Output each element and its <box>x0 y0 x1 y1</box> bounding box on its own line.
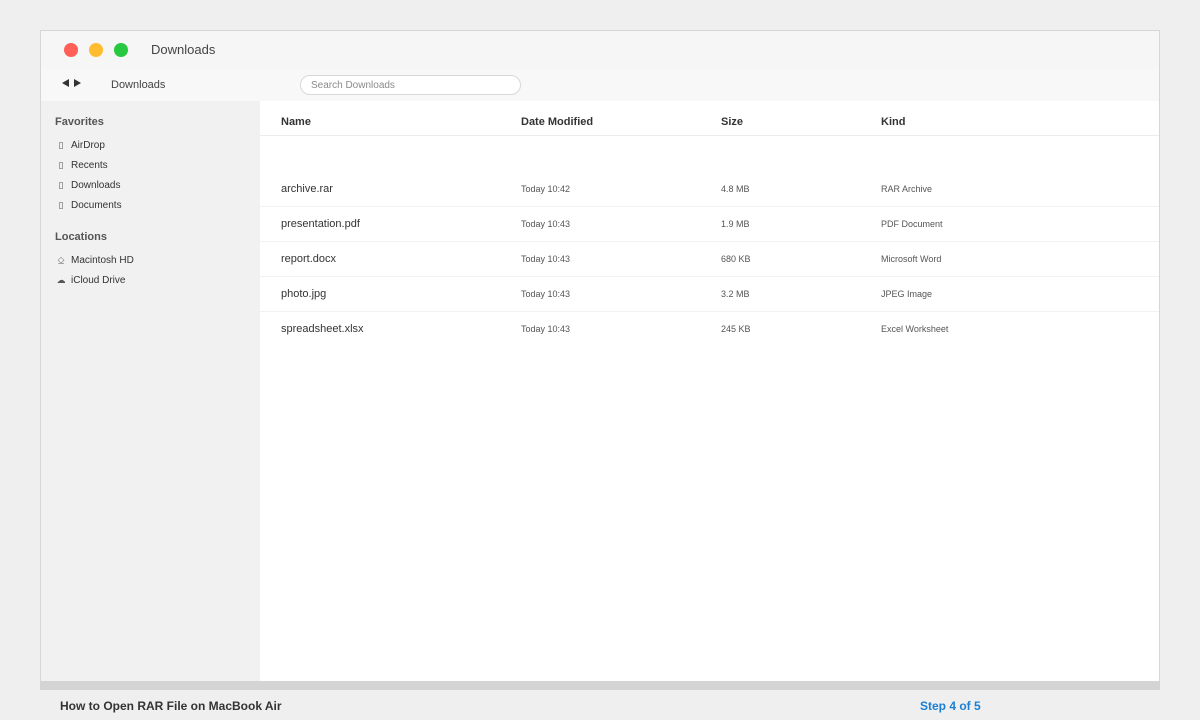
table-row[interactable]: archive.rar Today 10:42 4.8 MB RAR Archi… <box>260 172 1159 207</box>
file-date-modified: Today 10:42 <box>521 184 571 194</box>
file-name: presentation.pdf <box>281 218 360 230</box>
file-kind: PDF Document <box>881 219 943 229</box>
column-header-kind[interactable]: Kind <box>881 116 905 128</box>
forward-arrow-icon[interactable] <box>74 79 81 87</box>
sidebar-item-label: Documents <box>71 199 122 211</box>
sidebar-item-label: Downloads <box>71 179 121 191</box>
title-bar: Downloads <box>41 31 1159 69</box>
file-size: 1.9 MB <box>721 219 750 229</box>
folder-icon: ▯ <box>58 139 64 150</box>
file-date-modified: Today 10:43 <box>521 219 571 229</box>
sidebar-item-label: iCloud Drive <box>71 274 126 286</box>
toolbar-path-label: Downloads <box>111 79 166 91</box>
file-name: report.docx <box>281 253 337 265</box>
folder-icon: ▯ <box>58 159 64 170</box>
sidebar-item-macintosh-hd[interactable]: ⎐ Macintosh HD <box>55 252 245 268</box>
column-header-date-modified[interactable]: Date Modified <box>521 116 593 128</box>
file-name: archive.rar <box>281 183 333 195</box>
column-header-row: Name Date Modified Size Kind <box>260 101 1159 136</box>
file-date-modified: Today 10:43 <box>521 289 571 299</box>
tutorial-title: How to Open RAR File on MacBook Air <box>60 699 282 713</box>
search-input[interactable] <box>300 75 521 95</box>
folder-icon: ▯ <box>58 179 64 190</box>
file-kind: RAR Archive <box>881 184 933 194</box>
folder-icon: ▯ <box>58 199 64 210</box>
sidebar: Favorites ▯ AirDrop ▯ Recents ▯ Download… <box>41 101 260 688</box>
sidebar-item-label: Macintosh HD <box>71 254 134 266</box>
maximize-window-button[interactable] <box>114 43 128 57</box>
window-bottom-edge <box>40 681 1160 690</box>
file-name: spreadsheet.xlsx <box>281 323 364 335</box>
table-row[interactable]: presentation.pdf Today 10:43 1.9 MB PDF … <box>260 207 1159 242</box>
sidebar-item-documents[interactable]: ▯ Documents <box>55 197 245 213</box>
step-indicator: Step 4 of 5 <box>920 699 981 713</box>
window-title: Downloads <box>151 42 216 57</box>
toolbar: Downloads <box>41 69 1159 101</box>
file-size: 4.8 MB <box>721 184 750 194</box>
file-date-modified: Today 10:43 <box>521 254 571 264</box>
table-row[interactable]: photo.jpg Today 10:43 3.2 MB JPEG Image <box>260 277 1159 312</box>
disk-icon: ⎐ <box>57 254 65 265</box>
sidebar-item-label: Recents <box>71 159 108 171</box>
column-header-size[interactable]: Size <box>721 116 743 128</box>
back-arrow-icon[interactable] <box>62 79 69 87</box>
locations-section-title: Locations <box>55 231 107 243</box>
table-row[interactable]: spreadsheet.xlsx Today 10:43 245 KB Exce… <box>260 312 1159 347</box>
file-date-modified: Today 10:43 <box>521 324 571 334</box>
favorites-section-title: Favorites <box>55 116 104 128</box>
sidebar-item-recents[interactable]: ▯ Recents <box>55 157 245 173</box>
file-kind: JPEG Image <box>881 289 933 299</box>
sidebar-item-airdrop[interactable]: ▯ AirDrop <box>55 137 245 153</box>
sidebar-item-icloud-drive[interactable]: ☁ iCloud Drive <box>55 272 245 288</box>
file-kind: Microsoft Word <box>881 254 942 264</box>
file-list: Name Date Modified Size Kind archive.rar… <box>260 101 1159 688</box>
table-row[interactable]: report.docx Today 10:43 680 KB Microsoft… <box>260 242 1159 277</box>
file-kind: Excel Worksheet <box>881 324 949 334</box>
cloud-icon: ☁ <box>56 274 66 285</box>
close-window-button[interactable] <box>64 43 78 57</box>
minimize-window-button[interactable] <box>89 43 103 57</box>
file-size: 680 KB <box>721 254 751 264</box>
finder-window: Downloads Downloads Favorites ▯ AirDrop … <box>40 30 1160 688</box>
file-size: 245 KB <box>721 324 751 334</box>
file-size: 3.2 MB <box>721 289 750 299</box>
file-name: photo.jpg <box>281 288 327 300</box>
column-header-name[interactable]: Name <box>281 116 311 128</box>
sidebar-item-label: AirDrop <box>71 139 105 151</box>
sidebar-item-downloads[interactable]: ▯ Downloads <box>55 177 245 193</box>
